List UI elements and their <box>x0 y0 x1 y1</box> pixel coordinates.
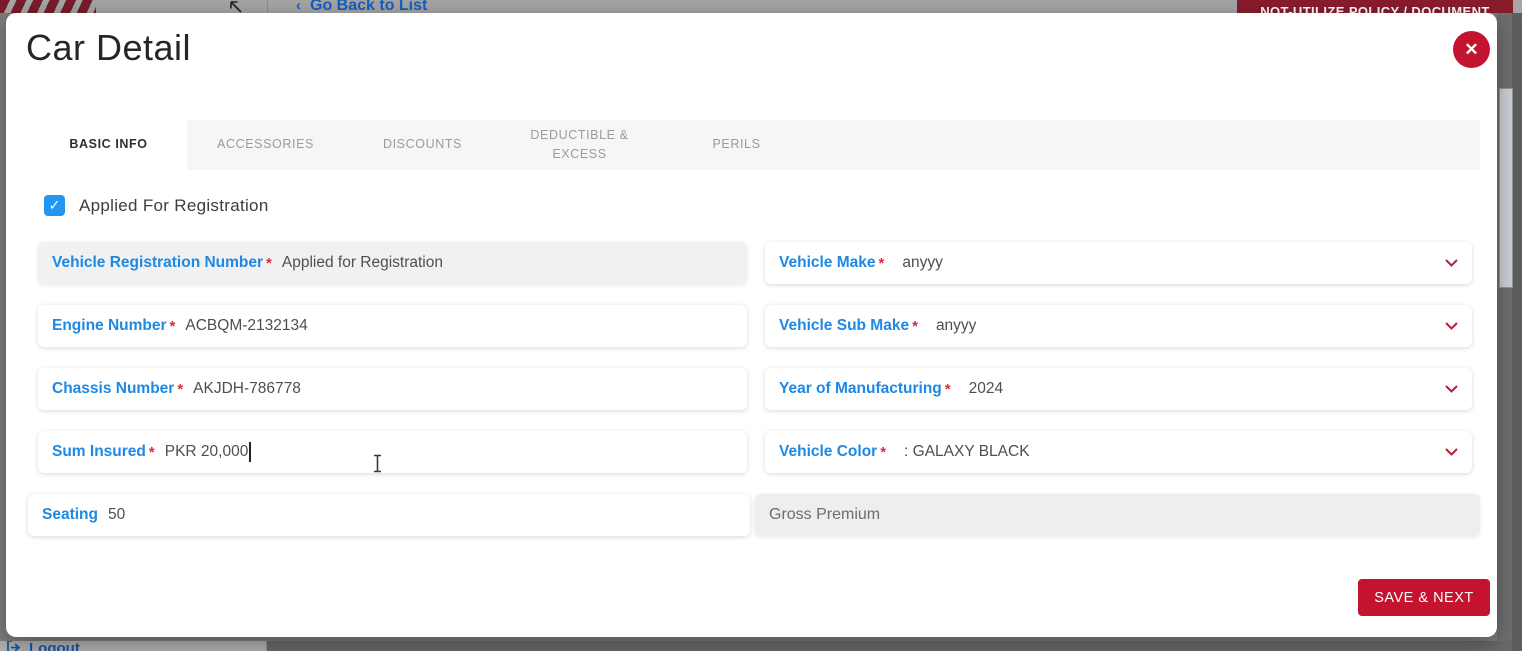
required-marker: * <box>880 444 886 461</box>
field-label: Seating <box>42 506 98 524</box>
tab-discounts[interactable]: DISCOUNTS <box>344 120 501 170</box>
required-marker: * <box>170 318 176 335</box>
field-value: 2024 <box>969 380 1003 398</box>
car-detail-modal: Car Detail ✕ BASIC INFO ACCESSORIES DISC… <box>6 13 1497 637</box>
checkbox-checked-icon: ✓ <box>44 195 65 216</box>
tab-perils[interactable]: PERILS <box>658 120 815 170</box>
tab-basic-info[interactable]: BASIC INFO <box>30 115 187 175</box>
field-value: AKJDH-786778 <box>193 380 301 398</box>
required-marker: * <box>149 444 155 461</box>
close-icon: ✕ <box>1464 40 1478 60</box>
required-marker: * <box>879 255 885 272</box>
form-row: Sum Insured* PKR 20,000 Vehicle Color* :… <box>38 431 1472 473</box>
sidebar-divider <box>267 0 268 13</box>
logout-link[interactable]: Logout <box>6 641 80 651</box>
app-logo <box>0 0 96 13</box>
field-value: 50 <box>108 506 125 524</box>
chevron-down-icon <box>1445 448 1458 456</box>
chassis-number-field[interactable]: Chassis Number* AKJDH-786778 <box>38 368 747 410</box>
vehicle-registration-number-field: Vehicle Registration Number* Applied for… <box>38 242 747 284</box>
required-marker: * <box>266 255 272 272</box>
basic-info-form: Vehicle Registration Number* Applied for… <box>38 242 1472 557</box>
tab-accessories[interactable]: ACCESSORIES <box>187 120 344 170</box>
close-button[interactable]: ✕ <box>1453 31 1490 68</box>
required-marker: * <box>945 381 951 398</box>
field-label: Sum Insured <box>52 443 146 461</box>
field-label: Vehicle Registration Number <box>52 254 263 272</box>
tab-deductible-excess[interactable]: DEDUCTIBLE & EXCESS <box>501 120 658 170</box>
form-row: Engine Number* ACBQM-2132134 Vehicle Sub… <box>38 305 1472 347</box>
backdrop-bottom-band: Logout <box>0 641 1522 651</box>
engine-number-field[interactable]: Engine Number* ACBQM-2132134 <box>38 305 747 347</box>
logout-icon <box>6 641 21 651</box>
sum-insured-field[interactable]: Sum Insured* PKR 20,000 <box>38 431 747 473</box>
field-label: Vehicle Color <box>779 443 877 461</box>
form-row: Chassis Number* AKJDH-786778 Year of Man… <box>38 368 1472 410</box>
scrollbar-thumb[interactable] <box>1499 88 1513 288</box>
required-marker: * <box>912 318 918 335</box>
chevron-down-icon <box>1445 385 1458 393</box>
text-caret <box>249 442 251 462</box>
vehicle-sub-make-dropdown[interactable]: Vehicle Sub Make* anyyy <box>765 305 1472 347</box>
logout-label: Logout <box>29 641 80 651</box>
scrollbar-track[interactable] <box>1512 13 1522 651</box>
gross-premium-field: Gross Premium <box>755 494 1480 536</box>
field-value: : GALAXY BLACK <box>904 443 1030 461</box>
field-label: Vehicle Make <box>779 254 876 272</box>
year-of-manufacturing-dropdown[interactable]: Year of Manufacturing* 2024 <box>765 368 1472 410</box>
field-label: Gross Premium <box>769 506 880 524</box>
field-value: ACBQM-2132134 <box>185 317 307 335</box>
applied-for-registration-checkbox[interactable]: ✓ Applied For Registration <box>44 195 269 216</box>
tab-bar: BASIC INFO ACCESSORIES DISCOUNTS DEDUCTI… <box>30 120 1480 170</box>
form-row: Vehicle Registration Number* Applied for… <box>38 242 1472 284</box>
seating-field[interactable]: Seating 50 <box>28 494 750 536</box>
not-utilize-policy-button[interactable]: NOT-UTILIZE POLICY / DOCUMENT <box>1237 0 1513 13</box>
go-back-label: Go Back to List <box>310 0 427 13</box>
chevron-down-icon <box>1445 259 1458 267</box>
vehicle-color-dropdown[interactable]: Vehicle Color* : GALAXY BLACK <box>765 431 1472 473</box>
form-row: Seating 50 Gross Premium <box>28 494 1480 536</box>
field-value: anyyy <box>902 254 943 272</box>
field-value: Applied for Registration <box>282 254 443 272</box>
chevron-down-icon <box>1445 322 1458 330</box>
mouse-cursor-arrow-icon <box>228 0 243 13</box>
required-marker: * <box>177 381 183 398</box>
field-label: Engine Number <box>52 317 167 335</box>
save-next-button[interactable]: SAVE & NEXT <box>1358 579 1490 616</box>
go-back-to-list-link[interactable]: ‹ Go Back to List <box>296 0 427 13</box>
mouse-cursor-ibeam <box>372 454 383 473</box>
field-value: PKR 20,000 <box>165 443 249 461</box>
field-label: Vehicle Sub Make <box>779 317 909 335</box>
chevron-left-icon: ‹ <box>296 0 301 13</box>
field-label: Chassis Number <box>52 380 174 398</box>
checkbox-label: Applied For Registration <box>79 196 269 216</box>
backdrop-top-band: ‹ Go Back to List NOT-UTILIZE POLICY / DO… <box>0 0 1522 13</box>
field-value: anyyy <box>936 317 977 335</box>
field-label: Year of Manufacturing <box>779 380 942 398</box>
vehicle-make-dropdown[interactable]: Vehicle Make* anyyy <box>765 242 1472 284</box>
page-title: Car Detail <box>26 27 191 69</box>
